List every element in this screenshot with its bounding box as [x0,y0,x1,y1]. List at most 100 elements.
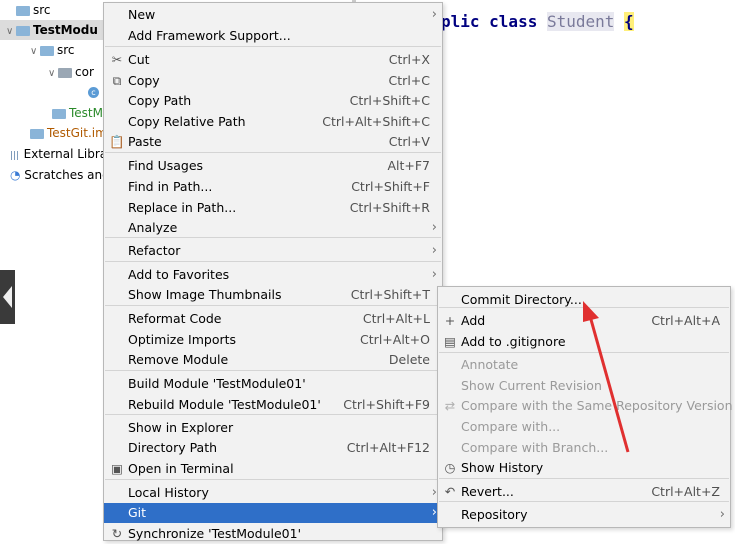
tree-row[interactable]: TestM [0,103,103,123]
menu-item-build-module-testmodule01[interactable]: Build Module 'TestModule01' [104,374,442,394]
menu-item-git[interactable]: Git › [104,503,442,523]
tree-row-label: TestGit.im [47,126,107,140]
tree-row[interactable]: ∨ cor [0,62,94,82]
tree-row[interactable]: ||| External Libra [0,144,107,164]
git-menu-item-label: Compare with the Same Repository Version [461,398,733,413]
menu-item-shortcut: Ctrl+Shift+C [349,93,430,108]
menu-item-label: Optimize Imports [128,332,237,347]
chevron-down-icon[interactable]: ∨ [48,64,58,84]
menu-item-find-usages[interactable]: Find Usages Alt+F7 [104,156,442,176]
chevron-right-icon: › [431,7,437,22]
project-tree: src ∨ TestModu ∨ src ∨ cor c TestM TestGit.im ||| … [0,0,110,539]
copy-icon: ⧉ [112,73,122,88]
submenu-separator [439,352,729,353]
menu-item-label: Replace in Path... [128,200,237,215]
tree-row-label: cor [75,65,94,79]
menu-item-analyze[interactable]: Analyze › [104,218,442,238]
submenu-separator [439,478,729,479]
folder-icon [40,45,54,56]
menu-item-label: Copy [128,73,160,88]
menu-item-label: Rebuild Module 'TestModule01' [128,397,321,412]
chevron-down-icon[interactable]: ∨ [6,22,16,42]
module-file-icon [52,108,66,119]
menu-item-optimize-imports[interactable]: Optimize Imports Ctrl+Alt+O [104,330,442,350]
menu-item-cut[interactable]: ✂ Cut Ctrl+X [104,50,442,70]
menu-item-show-image-thumbnails[interactable]: Show Image Thumbnails Ctrl+Shift+T [104,285,442,305]
menu-item-label: Open in Terminal [128,461,234,476]
code-keyword: plic class [441,12,538,31]
menu-item-local-history[interactable]: Local History › [104,483,442,503]
git-menu-item-label: Commit Directory... [461,292,582,307]
tree-row[interactable]: src [0,0,51,20]
menu-item-synchronize-testmodule01[interactable]: ↻ Synchronize 'TestModule01' [104,524,442,544]
menu-item-shortcut: Ctrl+C [388,73,430,88]
menu-item-shortcut: Ctrl+Shift+F [351,179,430,194]
tree-row-label: TestM [69,106,103,120]
menu-separator [105,370,441,371]
git-menu-item-add-to-gitignore[interactable]: ▤ Add to .gitignore [438,332,730,352]
menu-item-copy-relative-path[interactable]: Copy Relative Path Ctrl+Alt+Shift+C [104,112,442,132]
menu-item-label: Refactor [128,243,181,258]
menu-item-label: Find Usages [128,158,204,173]
tree-row[interactable]: TestGit.im [0,123,107,143]
sync-icon: ↻ [111,526,123,541]
menu-item-reformat-code[interactable]: Reformat Code Ctrl+Alt+L [104,309,442,329]
menu-item-refactor[interactable]: Refactor › [104,241,442,261]
java-class-icon: c [88,87,99,98]
tree-row[interactable]: ∨ src [0,40,75,60]
context-menu: New › Add Framework Support... ✂ Cut Ctrl+X ⧉ C… [103,2,443,541]
menu-item-remove-module[interactable]: Remove Module Delete [104,350,442,370]
git-menu-item-label: Compare with... [461,419,561,434]
git-menu-item-shortcut: Ctrl+Alt+A [651,313,720,328]
git-menu-item-commit-directory[interactable]: Commit Directory... [438,290,730,310]
git-menu-item-label: Annotate [461,357,519,372]
menu-item-label: Copy Relative Path [128,114,246,129]
menu-item-label: Paste [128,134,162,149]
menu-item-label: Remove Module [128,352,229,367]
git-menu-item-shortcut: Ctrl+Alt+Z [651,484,720,499]
menu-item-label: Analyze [128,220,178,235]
tree-row-label: External Libra [23,147,108,161]
git-menu-item-label: Repository [461,507,528,522]
git-menu-item-compare-with-branch: Compare with Branch... [438,438,730,458]
compare-icon: ⇄ [444,398,456,413]
video-prev-button[interactable] [0,270,15,324]
menu-item-copy-path[interactable]: Copy Path Ctrl+Shift+C [104,91,442,111]
menu-item-label: New [128,7,156,22]
chevron-right-icon: › [719,507,725,522]
menu-item-shortcut: Ctrl+Alt+F12 [346,440,430,455]
menu-item-replace-in-path[interactable]: Replace in Path... Ctrl+Shift+R [104,198,442,218]
menu-item-open-in-terminal[interactable]: ▣ Open in Terminal [104,459,442,479]
tree-row[interactable]: ∨ TestModu [0,20,110,40]
menu-item-directory-path[interactable]: Directory Path Ctrl+Alt+F12 [104,438,442,458]
menu-item-shortcut: Ctrl+Alt+L [362,311,430,326]
git-menu-item-repository[interactable]: Repository › [438,505,730,525]
menu-item-shortcut: Ctrl+Alt+O [360,332,430,347]
plus-icon: + [444,313,456,328]
menu-item-copy[interactable]: ⧉ Copy Ctrl+C [104,71,442,91]
menu-item-label: Synchronize 'TestModule01' [128,526,302,541]
menu-item-add-framework-support[interactable]: Add Framework Support... [104,26,442,46]
chevron-down-icon[interactable]: ∨ [30,42,40,62]
menu-item-label: Find in Path... [128,179,213,194]
menu-separator [105,152,441,153]
menu-item-show-in-explorer[interactable]: Show in Explorer [104,418,442,438]
menu-item-find-in-path[interactable]: Find in Path... Ctrl+Shift+F [104,177,442,197]
git-menu-item-show-history[interactable]: ◷ Show History [438,458,730,478]
menu-item-shortcut: Ctrl+X [388,52,430,67]
menu-item-new[interactable]: New › [104,5,442,25]
menu-item-paste[interactable]: 📋 Paste Ctrl+V [104,132,442,152]
menu-item-label: Build Module 'TestModule01' [128,376,306,391]
tree-row[interactable]: ◔ Scratches and [0,165,110,185]
git-menu-item-add[interactable]: + Add Ctrl+Alt+A [438,311,730,331]
tree-row[interactable]: c [0,82,102,102]
menu-separator [105,46,441,47]
menu-item-add-to-favorites[interactable]: Add to Favorites › [104,265,442,285]
menu-item-rebuild-module-testmodule01[interactable]: Rebuild Module 'TestModule01' Ctrl+Shift+… [104,395,442,415]
git-menu-item-revert[interactable]: ↶ Revert... Ctrl+Alt+Z [438,482,730,502]
git-menu-item-show-current-revision: Show Current Revision [438,376,730,396]
menu-item-shortcut: Ctrl+Shift+R [349,200,430,215]
git-submenu: Commit Directory... + Add Ctrl+Alt+A ▤ Add to… [437,286,733,528]
menu-item-label: Git [128,505,147,520]
git-menu-item-compare-with: Compare with... [438,417,730,437]
